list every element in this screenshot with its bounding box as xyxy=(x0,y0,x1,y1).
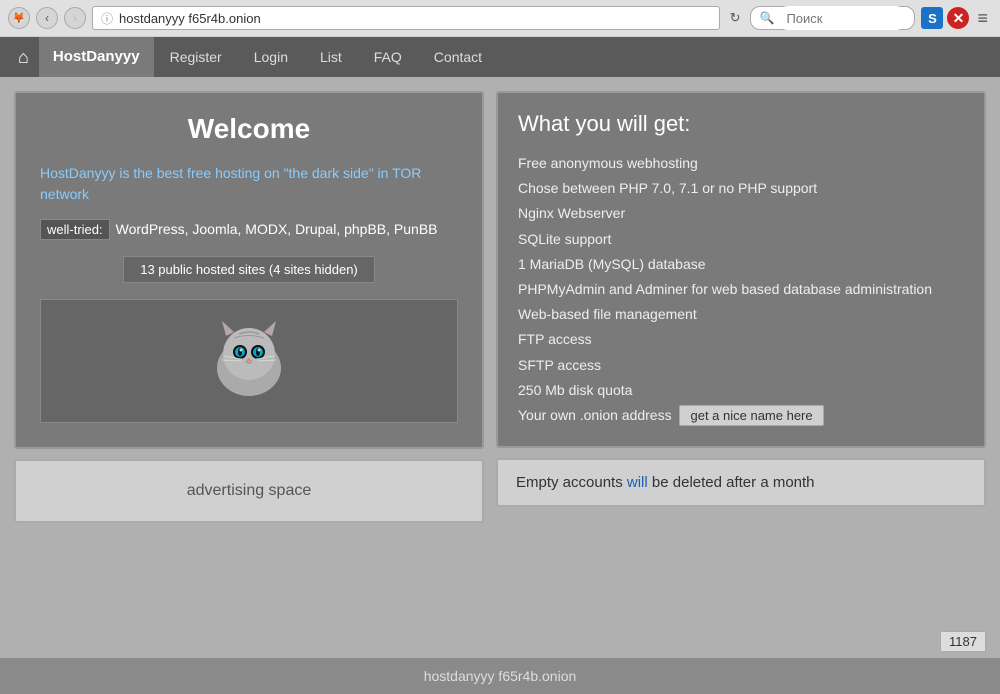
browser-back-button[interactable]: 🦊 xyxy=(8,7,30,29)
footer-text: hostdanyyy f65r4b.onion xyxy=(424,668,577,684)
counter-badge: 1187 xyxy=(940,631,986,652)
list-item: Nginx Webserver xyxy=(518,201,964,226)
cat-image xyxy=(204,316,294,406)
empty-accounts-text-before: Empty accounts xyxy=(516,474,627,491)
advertising-box: advertising space xyxy=(14,459,484,523)
list-item: 1 MariaDB (MySQL) database xyxy=(518,252,964,277)
url-display: hostdanyyy f65r4b.onion xyxy=(119,11,261,26)
welcome-title: Welcome xyxy=(40,113,458,145)
search-icon: 🔍 xyxy=(759,11,774,25)
nav-register[interactable]: Register xyxy=(154,37,238,77)
nav-list[interactable]: List xyxy=(304,37,358,77)
list-item: FTP access xyxy=(518,327,964,352)
left-panel: Welcome HostDanyyy is the best free host… xyxy=(14,91,484,613)
browser-addon-icons: S ✕ ≡ xyxy=(921,7,992,29)
skype-icon[interactable]: S xyxy=(921,7,943,29)
refresh-button[interactable]: ↻ xyxy=(726,10,745,26)
browser-chrome: 🦊 ‹ › ⓘ hostdanyyy f65r4b.onion ↻ 🔍 S ✕ … xyxy=(0,0,1000,37)
page-footer: hostdanyyy f65r4b.onion xyxy=(0,658,1000,694)
list-item: Chose between PHP 7.0, 7.1 or no PHP sup… xyxy=(518,176,964,201)
well-tried-text: WordPress, Joomla, MODX, Drupal, phpBB, … xyxy=(116,219,438,240)
list-item: SFTP access xyxy=(518,353,964,378)
browser-menu-button[interactable]: ≡ xyxy=(973,8,992,29)
well-tried-row: well-tried: WordPress, Joomla, MODX, Dru… xyxy=(40,219,458,240)
empty-accounts-box: Empty accounts will be deleted after a m… xyxy=(496,458,986,507)
stop-icon[interactable]: ✕ xyxy=(947,7,969,29)
browser-search-input[interactable] xyxy=(778,6,906,30)
list-item: Your own .onion address get a nice name … xyxy=(518,403,964,428)
advertising-text: advertising space xyxy=(187,482,312,500)
welcome-box: Welcome HostDanyyy is the best free host… xyxy=(14,91,484,449)
list-item: 250 Mb disk quota xyxy=(518,378,964,403)
features-list: Free anonymous webhosting Chose between … xyxy=(518,151,964,428)
welcome-description: HostDanyyy is the best free hosting on "… xyxy=(40,163,458,205)
well-tried-badge: well-tried: xyxy=(40,219,110,240)
nav-login[interactable]: Login xyxy=(238,37,304,77)
site-brand[interactable]: HostDanyyy xyxy=(39,37,154,77)
list-item: Free anonymous webhosting xyxy=(518,151,964,176)
empty-accounts-text-after: be deleted after a month xyxy=(648,474,815,491)
navigation-bar: ⌂ HostDanyyy Register Login List FAQ Con… xyxy=(0,37,1000,77)
security-icon: ⓘ xyxy=(101,10,113,27)
home-nav-button[interactable]: ⌂ xyxy=(8,47,39,68)
nice-name-button[interactable]: get a nice name here xyxy=(679,405,823,426)
list-item: PHPMyAdmin and Adminer for web based dat… xyxy=(518,277,964,302)
nav-contact[interactable]: Contact xyxy=(418,37,498,77)
page-content: Welcome HostDanyyy is the best free host… xyxy=(0,77,1000,627)
list-item: Web-based file management xyxy=(518,302,964,327)
hosted-sites-button[interactable]: 13 public hosted sites (4 sites hidden) xyxy=(123,256,375,283)
list-item: SQLite support xyxy=(518,227,964,252)
features-title: What you will get: xyxy=(518,111,964,137)
features-box: What you will get: Free anonymous webhos… xyxy=(496,91,986,448)
browser-toolbar: 🦊 ‹ › ⓘ hostdanyyy f65r4b.onion ↻ 🔍 S ✕ … xyxy=(0,0,1000,36)
browser-forward-button[interactable]: › xyxy=(64,7,86,29)
empty-accounts-highlight: will xyxy=(627,474,648,491)
browser-back-nav-button[interactable]: ‹ xyxy=(36,7,58,29)
right-panel: What you will get: Free anonymous webhos… xyxy=(496,91,986,613)
cat-image-container xyxy=(40,299,458,423)
nav-faq[interactable]: FAQ xyxy=(358,37,418,77)
